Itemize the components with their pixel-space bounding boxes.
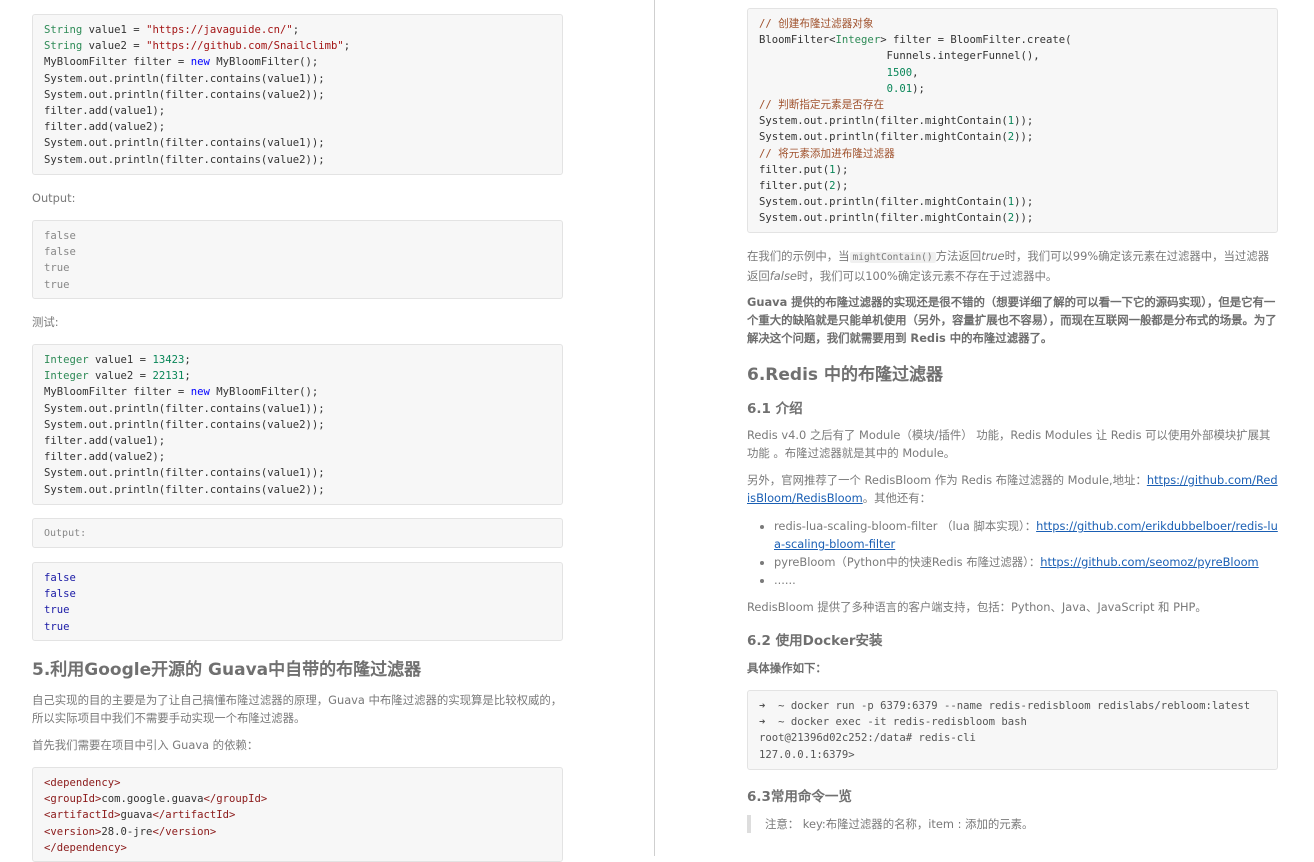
steps-label: 具体操作如下： [747,661,827,675]
note-blockquote: 注意： key:布隆过滤器的名称，item : 添加的元素。 [747,815,1278,833]
code-block-guava-bloomfilter: // 创建布隆过滤器对象 BloomFilter<Integer> filter … [747,8,1278,233]
bloom-alternatives-list: redis-lua-scaling-bloom-filter （lua 脚本实现… [747,517,1278,589]
output-line: true [44,262,70,275]
inline-code-mightcontain: mightContain() [849,252,936,263]
code-line: System.out.println(filter.contains(value… [44,72,325,85]
code-line: <artifactId>guava</artifactId> [44,809,236,822]
code-line: BloomFilter<Integer> filter = BloomFilte… [759,34,1072,47]
code-line: </dependency> [44,841,127,854]
code-line: Funnels.integerFunnel(), [759,50,1040,63]
example-paragraph: 在我们的示例中，当 mightContain() 方法返回true时，我们可以99%… [747,249,1270,283]
code-line: MyBloomFilter filter = new MyBloomFilter… [44,56,319,69]
heading-guava: 5.利用Google开源的 Guava中自带的布隆过滤器 [32,660,422,680]
heading-commands: 6.3常用命令一览 [747,789,852,805]
code-line: // 创建布隆过滤器对象 [759,18,874,30]
output-line: false [44,572,76,584]
redisbloom-paragraph: 另外，官网推荐了一个 RedisBloom 作为 Redis 布隆过滤器的 Mo… [747,473,1278,505]
code-line: 0.01); [886,82,925,95]
code-line: MyBloomFilter filter = new MyBloomFilter… [44,386,319,399]
output-block-2: false false true true [32,562,563,641]
shell-line: 127.0.0.1:6379> [759,748,855,761]
code-line: System.out.println(filter.contains(value… [44,402,325,415]
code-line: filter.add(value2); [44,121,166,134]
guava-dependency-paragraph: 首先我们需要在项目中引入 Guava 的依赖： [32,738,259,752]
code-block-maven-dependency: <dependency> <groupId>com.google.guava</g… [32,767,563,862]
code-line: // 将元素添加进布隆过滤器 [759,147,895,160]
output-line: false [44,246,76,259]
test-label: 测试: [32,315,59,329]
clients-paragraph: RedisBloom 提供了多种语言的客户端支持，包括：Python、Java、… [747,600,1207,614]
code-line: System.out.println(filter.mightContain(2… [759,131,1034,144]
code-line: String value1 = "https://javaguide.cn/"; [44,24,300,36]
output-line: true [44,278,70,291]
code-line: <version>28.0-jre</version> [44,825,217,838]
code-line: filter.add(value2); [44,451,166,464]
code-line: filter.add(value1); [44,435,166,448]
code-line: 1500, [886,66,919,79]
heading-redis-bloom: 6.Redis 中的布隆过滤器 [747,365,943,385]
list-item: ...... [774,571,1278,589]
shell-line: ➜ ~ docker exec -it redis-redisbloom bas… [759,716,1027,729]
code-line: filter.add(value1); [44,105,166,118]
code-line: <dependency> [44,777,121,789]
output-label: Output: [32,191,76,205]
list-item: pyreBloom（Python中的快速Redis 布隆过滤器）：https:/… [774,553,1278,571]
code-line: System.out.println(filter.contains(value… [44,88,325,101]
code-line: filter.put(1); [759,163,849,176]
guava-limitation-paragraph: Guava 提供的布隆过滤器的实现还是很不错的（想要详细了解的可以看一下它的源码… [747,295,1277,345]
code-line: filter.put(2); [759,180,849,193]
code-line: String value2 = "https://github.com/Snai… [44,40,351,53]
code-line: Integer value2 = 22131; [44,370,191,383]
redis-module-paragraph: Redis v4.0 之后有了 Module（模块/插件） 功能，Redis M… [747,428,1271,460]
code-line: System.out.println(filter.contains(value… [44,467,325,480]
list-item-link[interactable]: https://github.com/seomoz/pyreBloom [1040,555,1258,569]
left-page: String value1 = "https://javaguide.cn/";… [32,0,563,862]
code-line: System.out.println(filter.mightContain(1… [759,115,1034,128]
code-line: System.out.println(filter.contains(value… [44,483,325,496]
code-line: System.out.println(filter.mightContain(1… [759,196,1034,209]
code-block-bloomfilter-test1: String value1 = "https://javaguide.cn/";… [32,14,563,175]
code-line: Integer value1 = 13423; [44,354,191,366]
list-item: redis-lua-scaling-bloom-filter （lua 脚本实现… [774,517,1278,553]
heading-docker: 6.2 使用Docker安装 [747,633,883,649]
output-line: false [44,588,76,601]
shell-line: root@21396d02c252:/data# redis-cli [759,732,976,745]
code-line: System.out.println(filter.contains(value… [44,137,325,150]
page-divider [654,0,655,856]
output-line: true [44,604,70,617]
code-line: System.out.println(filter.contains(value… [44,418,325,431]
code-line: System.out.println(filter.mightContain(2… [759,212,1034,225]
output-line: false [44,230,76,242]
code-block-docker-commands: ➜ ~ docker run -p 6379:6379 --name redis… [747,690,1278,770]
output-box-label: Output: [32,518,563,548]
output-line: true [44,620,70,633]
code-line: System.out.println(filter.contains(value… [44,153,325,166]
code-line: // 判断指定元素是否存在 [759,99,885,112]
code-line: <groupId>com.google.guava</groupId> [44,793,268,806]
right-page: // 创建布隆过滤器对象 BloomFilter<Integer> filter … [747,0,1278,856]
guava-intro-paragraph: 自己实现的目的主要是为了让自己搞懂布隆过滤器的原理，Guava 中布隆过滤器的实… [32,693,563,725]
shell-line: ➜ ~ docker run -p 6379:6379 --name redis… [759,700,1251,712]
heading-intro: 6.1 介绍 [747,401,803,417]
output-block-1: false false true true [32,220,563,299]
code-block-bloomfilter-test2: Integer value1 = 13423; Integer value2 = … [32,344,563,505]
